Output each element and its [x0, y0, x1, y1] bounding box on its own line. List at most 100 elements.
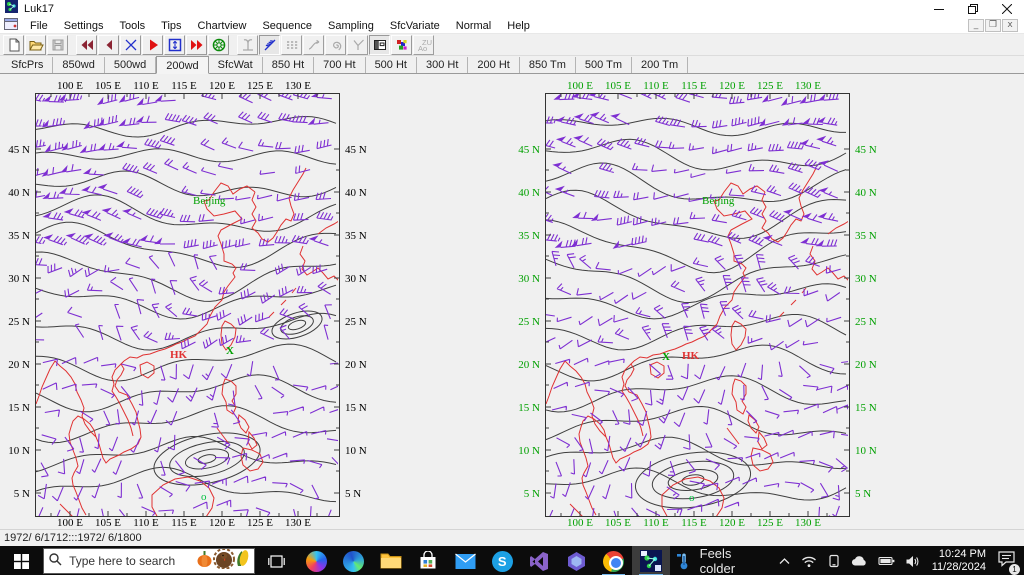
- taskbar-app-file-explorer[interactable]: [372, 546, 409, 575]
- toolbar-button-delete-x[interactable]: [120, 34, 141, 55]
- menu-item-chartview[interactable]: Chartview: [190, 20, 255, 32]
- tab-300-ht[interactable]: 300 Ht: [417, 57, 469, 73]
- svg-text:110 E: 110 E: [643, 80, 669, 92]
- document-window-icon: [4, 17, 18, 35]
- taskbar-app-chrome[interactable]: [595, 546, 632, 575]
- svg-text:X: X: [226, 345, 234, 357]
- toolbar-button-save: [47, 34, 68, 55]
- taskbar-app-store[interactable]: [409, 546, 446, 575]
- svg-text:30 N: 30 N: [8, 273, 30, 285]
- taskbar-clock[interactable]: 10:24 PM 11/28/2024: [932, 548, 986, 574]
- onedrive-cloud-icon[interactable]: [851, 555, 868, 567]
- svg-text:130 E: 130 E: [795, 80, 821, 92]
- tab-700-ht[interactable]: 700 Ht: [314, 57, 366, 73]
- menu-item-sfcvariate[interactable]: SfcVariate: [382, 20, 448, 32]
- mdi-close-button[interactable]: x: [1002, 19, 1018, 32]
- map-area: 100 E 100 E 105 E 105 E 110 E 110 E 115 E 115 E…: [0, 74, 1024, 529]
- svg-text:HK: HK: [170, 349, 188, 361]
- map-panel-right[interactable]: 100 E 100 E 105 E 105 E 110 E 110 E 115 E 115 E…: [510, 74, 890, 529]
- notification-center-icon[interactable]: 1: [997, 550, 1020, 575]
- task-view-button[interactable]: [255, 546, 298, 575]
- toolbar-button-fast-forward[interactable]: [186, 34, 207, 55]
- chevron-up-icon[interactable]: [778, 555, 791, 567]
- svg-text:20 N: 20 N: [518, 359, 540, 371]
- tab-500wd[interactable]: 500wd: [105, 57, 157, 73]
- tab-850-tm[interactable]: 850 Tm: [520, 57, 576, 73]
- map-panel-left[interactable]: 100 E 100 E 105 E 105 E 110 E 110 E 115 E 115 E…: [0, 74, 380, 529]
- taskbar-app-mail[interactable]: [446, 546, 483, 575]
- svg-text:130 E: 130 E: [285, 517, 311, 529]
- tab-200-tm[interactable]: 200 Tm: [632, 57, 689, 73]
- svg-text:45 N: 45 N: [855, 144, 877, 156]
- volume-icon[interactable]: [905, 555, 920, 568]
- tab-200-ht[interactable]: 200 Ht: [468, 57, 520, 73]
- taskbar-app-copilot[interactable]: [298, 546, 335, 575]
- tab-500-tm[interactable]: 500 Tm: [576, 57, 633, 73]
- toolbar-button-frame-arrow[interactable]: [164, 34, 185, 55]
- taskbar-app-luk17[interactable]: [632, 546, 670, 575]
- svg-text:15 N: 15 N: [855, 402, 877, 414]
- toolbar-button-step-back[interactable]: [98, 34, 119, 55]
- menu-item-tips[interactable]: Tips: [153, 20, 189, 32]
- menu-item-sampling[interactable]: Sampling: [320, 20, 382, 32]
- tab-sfcwat[interactable]: SfcWat: [209, 57, 263, 73]
- search-doodle: [196, 547, 250, 574]
- svg-text:120 E: 120 E: [209, 517, 235, 529]
- tab-850wd[interactable]: 850wd: [53, 57, 105, 73]
- toolbar-button-wind-barb[interactable]: [259, 34, 280, 55]
- menu-item-settings[interactable]: Settings: [56, 20, 112, 32]
- start-button[interactable]: [0, 546, 43, 575]
- svg-text:125 E: 125 E: [757, 517, 783, 529]
- svg-text:115 E: 115 E: [171, 80, 197, 92]
- svg-text:o: o: [689, 492, 695, 504]
- svg-text:35 N: 35 N: [8, 230, 30, 242]
- taskbar-app-edge[interactable]: [335, 546, 372, 575]
- svg-text:120 E: 120 E: [719, 517, 745, 529]
- title-bar: Luk17: [0, 0, 1024, 18]
- close-button[interactable]: [990, 0, 1024, 18]
- svg-text:30 N: 30 N: [855, 273, 877, 285]
- svg-text:30 N: 30 N: [518, 273, 540, 285]
- menu-item-sequence[interactable]: Sequence: [254, 20, 320, 32]
- weather-icon[interactable]: [675, 552, 691, 570]
- toolbar-button-palette[interactable]: [391, 34, 412, 55]
- svg-text:40 N: 40 N: [855, 187, 877, 199]
- tab-850-ht[interactable]: 850 Ht: [263, 57, 315, 73]
- menu-item-normal[interactable]: Normal: [448, 20, 499, 32]
- svg-text:15 N: 15 N: [8, 402, 30, 414]
- menu-item-help[interactable]: Help: [499, 20, 538, 32]
- toolbar-button-new-document[interactable]: [3, 34, 24, 55]
- mdi-restore-button[interactable]: ❐: [985, 19, 1001, 32]
- svg-text:115 E: 115 E: [171, 517, 197, 529]
- svg-text:105 E: 105 E: [605, 517, 631, 529]
- svg-text:25 N: 25 N: [518, 316, 540, 328]
- menu-item-tools[interactable]: Tools: [111, 20, 153, 32]
- svg-text:115 E: 115 E: [681, 517, 707, 529]
- menu-item-file[interactable]: File: [22, 20, 56, 32]
- toolbar-button-rewind[interactable]: [76, 34, 97, 55]
- phone-link-icon[interactable]: [827, 554, 841, 568]
- taskbar-app-visual-studio[interactable]: [521, 546, 558, 575]
- toolbar-button-window-split[interactable]: [369, 34, 390, 55]
- toolbar-button-spiral: [325, 34, 346, 55]
- svg-text:105 E: 105 E: [605, 80, 631, 92]
- tab-sfcprs[interactable]: SfcPrs: [2, 57, 54, 73]
- svg-text:25 N: 25 N: [855, 316, 877, 328]
- tab-500-ht[interactable]: 500 Ht: [366, 57, 417, 73]
- weather-label[interactable]: Feels colder: [700, 546, 763, 575]
- taskbar-search[interactable]: Type here to search: [43, 547, 255, 574]
- wifi-icon[interactable]: [801, 555, 817, 568]
- svg-text:125 E: 125 E: [247, 80, 273, 92]
- taskbar-app-hexagon[interactable]: [558, 546, 595, 575]
- toolbar-button-open-file[interactable]: [25, 34, 46, 55]
- svg-text:10 N: 10 N: [855, 445, 877, 457]
- toolbar-button-globe[interactable]: [208, 34, 229, 55]
- battery-icon[interactable]: [878, 555, 895, 567]
- tab-200wd[interactable]: 200wd: [156, 56, 209, 74]
- restore-button[interactable]: [956, 0, 990, 18]
- mdi-minimize-button[interactable]: _: [968, 19, 984, 32]
- minimize-button[interactable]: [922, 0, 956, 18]
- toolbar-button-play[interactable]: [142, 34, 163, 55]
- taskbar-app-skype[interactable]: S: [484, 546, 521, 575]
- svg-text:10 N: 10 N: [8, 445, 30, 457]
